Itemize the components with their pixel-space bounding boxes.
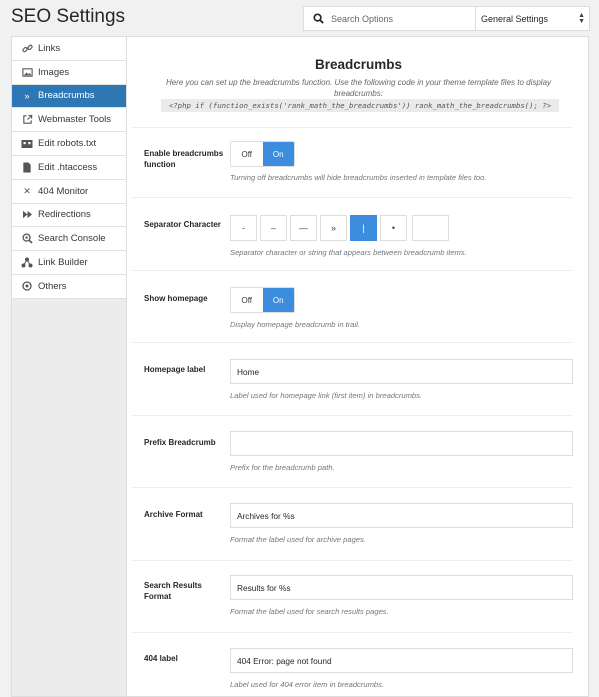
sidebar-item-others[interactable]: Others — [12, 274, 126, 299]
link-builder-icon — [21, 257, 33, 269]
toggle-on-button[interactable]: On — [262, 288, 294, 312]
external-link-icon — [21, 114, 33, 126]
sidebar-item-breadcrumbs[interactable]: » Breadcrumbs — [12, 84, 126, 109]
search-results-format-label: Search Results Format — [144, 581, 202, 601]
link-icon — [21, 42, 33, 54]
settings-select[interactable]: General Settings ▲ ▼ — [475, 6, 590, 31]
search-results-format-row: Search Results Format Format the label u… — [132, 560, 573, 632]
sidebar-item-links[interactable]: Links — [12, 37, 126, 61]
show-homepage-row: Show homepage Off On Display homepage br… — [132, 270, 573, 342]
close-icon: ✕ — [23, 185, 31, 196]
settings-select-value: General Settings — [481, 13, 549, 24]
homepage-label-help: Label used for homepage link (first item… — [230, 391, 423, 400]
page-title: SEO Settings — [11, 6, 126, 27]
homepage-label-row: Homepage label Label used for homepage l… — [132, 342, 573, 415]
sidebar-item-label: Breadcrumbs — [38, 90, 95, 102]
archive-format-input[interactable] — [230, 503, 573, 528]
enable-breadcrumbs-toggle[interactable]: Off On — [230, 141, 295, 167]
chevron-right-icon: » — [24, 90, 30, 101]
sidebar-item-label: Webmaster Tools — [38, 114, 112, 126]
search-icon — [313, 12, 325, 25]
separator-help: Separator character or string that appea… — [230, 248, 467, 257]
sidebar-item-label: Redirections — [38, 209, 91, 221]
select-arrows-icon: ▲ ▼ — [578, 12, 585, 25]
homepage-label-label: Homepage label — [144, 365, 206, 374]
search-box[interactable] — [303, 6, 475, 31]
toggle-off-button[interactable]: Off — [231, 288, 263, 312]
homepage-label-input[interactable] — [230, 359, 573, 384]
sidebar-item-images[interactable]: Images — [12, 60, 126, 85]
separator-option-pipe[interactable]: | — [350, 215, 377, 241]
archive-format-label: Archive Format — [144, 510, 203, 519]
separator-option-em-dash[interactable]: — — [290, 215, 317, 241]
top-bar: SEO Settings General Settings ▲▼ — [0, 0, 599, 36]
fast-forward-icon — [21, 209, 33, 221]
separator-label: Separator Character — [144, 220, 221, 229]
sidebar-item-label: Edit robots.txt — [38, 138, 97, 150]
search-results-format-help: Format the label used for search results… — [230, 607, 389, 616]
label-404-row: 404 label Label used for 404 error item … — [132, 632, 573, 696]
separator-option-bullet[interactable]: • — [380, 215, 407, 241]
label-404-label: 404 label — [144, 654, 178, 663]
separator-option-raquo[interactable]: » — [320, 215, 347, 241]
show-homepage-label: Show homepage — [144, 294, 208, 303]
section-title: Breadcrumbs — [314, 57, 403, 72]
sidebar-item-label: Links — [38, 42, 61, 54]
toggle-off-button[interactable]: Off — [231, 142, 263, 166]
search-console-icon — [21, 233, 33, 245]
code-snippet: <?php if (function_exists('rank_math_the… — [161, 99, 559, 112]
prefix-row: Prefix Breadcrumb Prefix for the breadcr… — [132, 415, 573, 487]
separator-option-hyphen[interactable]: - — [230, 215, 257, 241]
sidebar-item-label: Search Console — [38, 233, 106, 245]
sidebar-item-robots[interactable]: Edit robots.txt — [12, 132, 126, 156]
prefix-help: Prefix for the breadcrumb path. — [230, 463, 335, 472]
sidebar-item-redirections[interactable]: Redirections — [12, 203, 126, 228]
sidebar-item-404-monitor[interactable]: ✕ 404 Monitor — [12, 179, 126, 204]
sidebar-item-label: Link Builder — [38, 257, 88, 269]
circle-icon — [21, 280, 33, 292]
archive-format-help: Format the label used for archive pages. — [230, 535, 366, 544]
enable-breadcrumbs-help: Turning off breadcrumbs will hide breadc… — [230, 173, 487, 182]
separator-option-en-dash[interactable]: – — [260, 215, 287, 241]
show-homepage-toggle[interactable]: Off On — [230, 287, 295, 313]
robot-icon — [21, 138, 33, 150]
toggle-on-button[interactable]: On — [262, 142, 294, 166]
sidebar-item-search-console[interactable]: Search Console — [12, 227, 126, 252]
show-homepage-help: Display homepage breadcrumb in trail. — [230, 320, 361, 329]
file-icon — [21, 161, 33, 173]
section-description: Here you can set up the breadcrumbs func… — [165, 78, 552, 98]
sidebar-item-label: 404 Monitor — [38, 185, 89, 197]
sidebar-item-label: Images — [38, 66, 70, 78]
prefix-label: Prefix Breadcrumb — [144, 438, 216, 447]
sidebar-item-htaccess[interactable]: Edit .htaccess — [12, 155, 126, 180]
label-404-help: Label used for 404 error item in breadcr… — [230, 680, 385, 689]
enable-breadcrumbs-row: Enable breadcrumbs function Off On Turni… — [132, 127, 573, 197]
sidebar: Links Images » Breadcrumbs Webmaster Too… — [11, 36, 126, 697]
settings-panel: Breadcrumbs Here you can set up the brea… — [126, 36, 589, 697]
sidebar-item-label: Others — [38, 280, 67, 292]
label-404-input[interactable] — [230, 648, 573, 673]
sidebar-item-link-builder[interactable]: Link Builder — [12, 251, 126, 275]
prefix-input[interactable] — [230, 431, 573, 456]
archive-format-row: Archive Format Format the label used for… — [132, 487, 573, 560]
enable-breadcrumbs-label: Enable breadcrumbs function — [144, 149, 224, 169]
sidebar-item-webmaster-tools[interactable]: Webmaster Tools — [12, 108, 126, 133]
search-results-format-input[interactable] — [230, 575, 573, 600]
search-input[interactable] — [331, 13, 471, 24]
sidebar-item-label: Edit .htaccess — [38, 161, 98, 173]
separator-custom-input[interactable] — [412, 215, 449, 241]
image-icon — [21, 66, 33, 78]
separator-row: Separator Character - – — » | • Separato… — [132, 197, 573, 270]
separator-options: - – — » | • — [230, 215, 449, 241]
